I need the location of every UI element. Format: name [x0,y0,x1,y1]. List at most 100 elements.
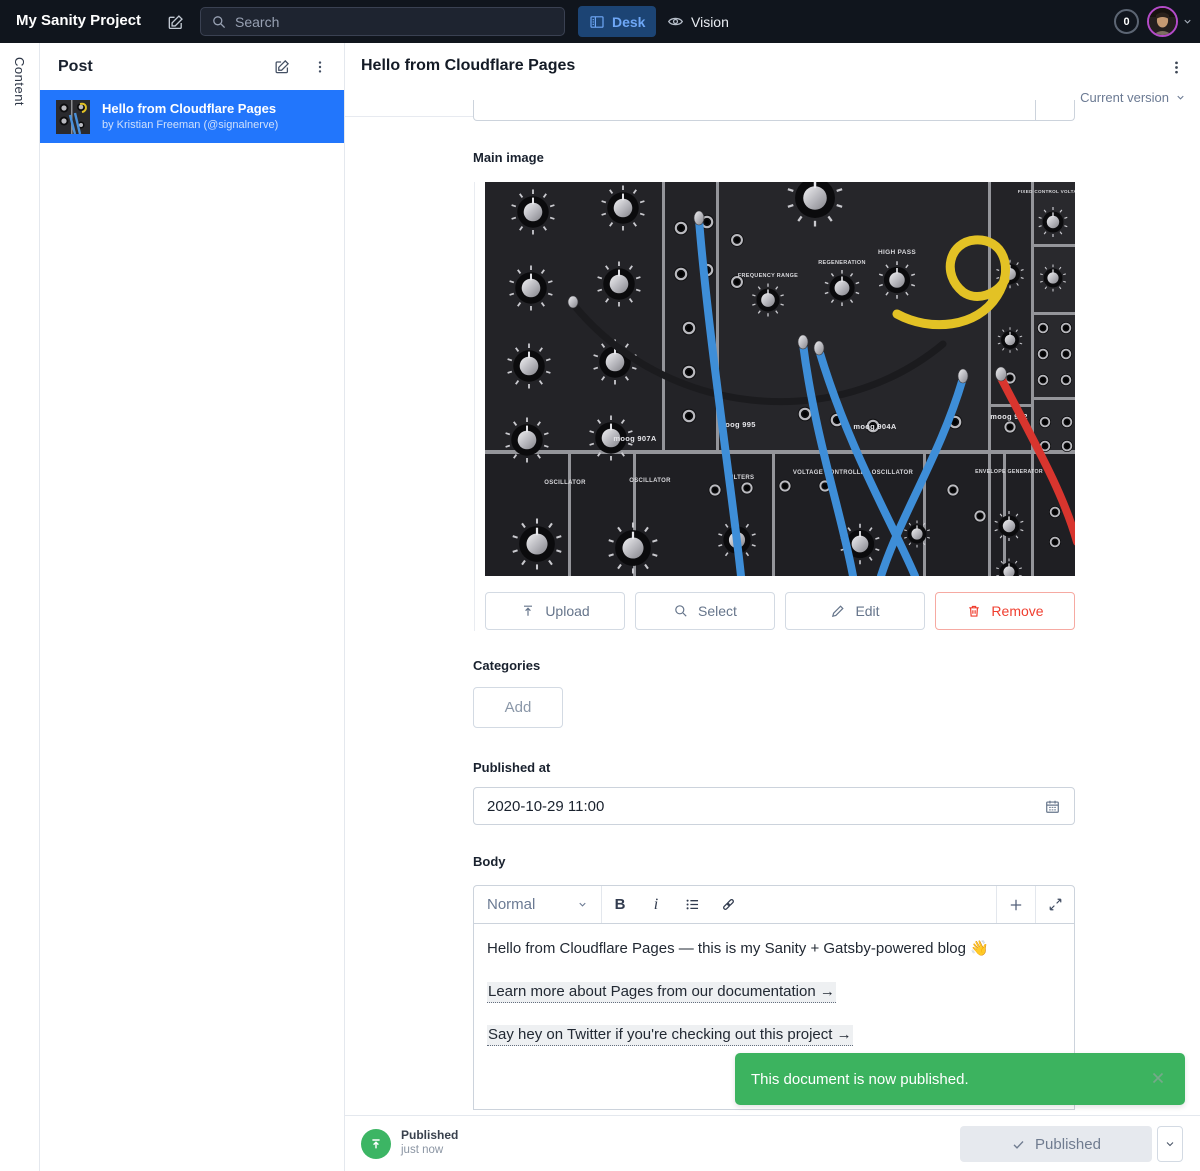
remove-label: Remove [991,603,1043,619]
notifications-badge[interactable]: 0 [1114,9,1139,34]
search-field[interactable] [235,14,554,30]
photo-label: OSCILLATOR [544,480,586,486]
upload-label: Upload [545,603,589,619]
photo-label: FIXED CONTROL VOLTAGE [1018,189,1075,194]
post-list-item-selected[interactable]: Hello from Cloudflare Pages by Kristian … [40,90,344,143]
trash-icon [966,603,982,619]
chevron-down-icon [577,899,588,910]
check-icon [1011,1137,1026,1152]
tool-rail: Content [0,43,40,1171]
edit-label: Edit [855,603,879,619]
version-label: Current version [1080,90,1169,105]
photo-label: VOLTAGE CONTROLLED OSCILLATOR [793,470,914,476]
tab-vision[interactable]: Vision [656,6,740,37]
toast-message: This document is now published. [751,1071,1149,1088]
body-link-twitter[interactable]: Say hey on Twitter if you're checking ou… [487,1025,853,1046]
user-avatar[interactable] [1147,6,1178,37]
new-document-button[interactable] [163,10,187,34]
chevron-down-icon [1164,1138,1176,1150]
post-item-title: Hello from Cloudflare Pages [102,100,278,118]
photo-label: moog 904A [853,422,896,431]
photo-label: REGENERATION [818,260,866,266]
compose-icon [166,13,185,32]
calendar-icon [1044,798,1061,815]
select-button[interactable]: Select [635,592,775,630]
pencil-icon [830,603,846,619]
editor-toolbar: Normal B i [473,885,1075,924]
tab-desk-label: Desk [612,14,645,30]
field-edge-line [474,182,475,631]
post-panel-header: Post [40,43,344,90]
text-style-value: Normal [487,896,535,913]
tab-desk[interactable]: Desk [578,6,656,37]
publish-toast: This document is now published. [735,1053,1185,1105]
published-at-input[interactable]: 2020-10-29 11:00 [473,787,1075,825]
post-list-panel: Post [40,43,345,1171]
document-pane: Hello from Cloudflare Pages Current vers… [345,43,1200,1171]
photo-label: moog 907A [613,434,656,443]
avatar-image [1149,8,1176,35]
publish-status-title: Published [401,1128,458,1142]
link-icon [720,896,737,913]
slug-generate-segment[interactable] [1035,100,1074,120]
desk-columns-icon [589,14,605,30]
panel-menu-button[interactable] [308,55,332,79]
search-icon [211,14,227,30]
eye-icon [667,13,684,30]
published-at-label: Published at [473,760,550,775]
chevron-down-icon [1175,92,1186,103]
kebab-icon [312,59,328,75]
publish-status: Published just now [401,1128,458,1156]
badge-count: 0 [1123,16,1129,28]
image-button-row: Upload Select Edit [485,592,1075,630]
expand-icon [1048,897,1063,912]
add-category-button[interactable]: Add [473,687,563,728]
plus-icon [1008,897,1024,913]
photo-label: FREQUENCY RANGE [738,273,798,279]
body-paragraph: Hello from Cloudflare Pages — this is my… [487,938,1061,960]
document-menu-button[interactable] [1164,55,1188,79]
link-button[interactable] [710,886,746,923]
upload-icon [520,603,536,619]
sanity-studio: My Sanity Project [0,0,1200,1171]
publish-menu-button[interactable] [1157,1126,1183,1162]
list-icon [684,896,701,913]
project-title: My Sanity Project [16,12,141,29]
remove-button[interactable]: Remove [935,592,1075,630]
insert-block-button[interactable] [996,886,1035,923]
text-style-dropdown[interactable]: Normal [474,886,602,923]
main-image-label: Main image [473,150,544,165]
body-label: Body [473,854,506,869]
slug-field-partial[interactable] [473,100,1075,121]
bullet-list-button[interactable] [674,886,710,923]
tab-vision-label: Vision [691,14,729,30]
bold-button[interactable]: B [602,886,638,923]
categories-label: Categories [473,658,540,673]
italic-button[interactable]: i [638,886,674,923]
post-thumbnail [56,100,90,134]
create-post-button[interactable] [270,55,294,79]
publish-status-time: just now [401,1144,458,1156]
version-selector[interactable]: Current version [1080,90,1186,105]
search-input[interactable] [200,7,565,36]
fullscreen-button[interactable] [1035,886,1074,923]
top-navbar: My Sanity Project [0,0,1200,43]
select-label: Select [698,603,737,619]
photo-label: ENVELOPE GENERATOR [975,469,1043,475]
upload-button[interactable]: Upload [485,592,625,630]
panel-title: Post [58,58,93,76]
photo-label: OSCILLATOR [629,478,671,484]
edit-button[interactable]: Edit [785,592,925,630]
kebab-icon [1168,59,1185,76]
rail-tab-content[interactable]: Content [12,57,27,106]
avatar-chevron-icon[interactable] [1182,16,1193,27]
main-image-preview[interactable]: HIGH PASS FREQUENCY RANGE REGENERATION F… [485,182,1075,576]
photo-label: HIGH PASS [878,249,916,256]
document-footer: Published just now Published [345,1115,1200,1171]
published-at-value: 2020-10-29 11:00 [487,798,1044,815]
toast-close-button[interactable] [1149,1069,1169,1089]
post-item-subtitle: by Kristian Freeman (@signalnerve) [102,118,278,133]
document-title: Hello from Cloudflare Pages [361,57,575,75]
publish-button[interactable]: Published [960,1126,1152,1162]
body-link-docs[interactable]: Learn more about Pages from our document… [487,982,836,1003]
